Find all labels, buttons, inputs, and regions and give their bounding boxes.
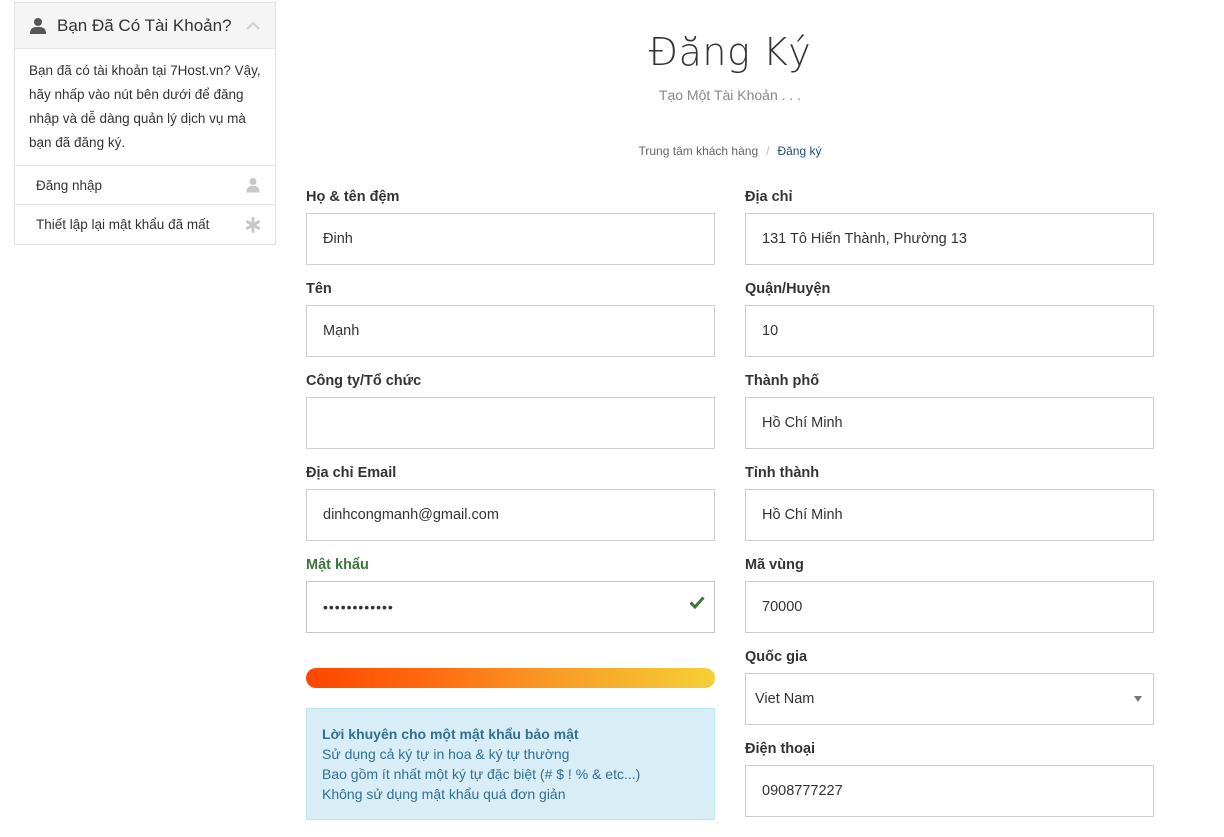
- phone-label: Điện thoại: [745, 741, 816, 757]
- district-input[interactable]: 10: [745, 305, 1154, 357]
- email-input[interactable]: dinhcongmanh@gmail.com: [306, 489, 715, 541]
- first-name-label: Họ & tên đệm: [306, 189, 400, 205]
- postcode-input[interactable]: 70000: [745, 581, 1154, 633]
- account-panel-text: Bạn đã có tài khoản tại 7Host.vn? Vậy, h…: [15, 49, 275, 166]
- password-label: Mật khẩu: [306, 557, 369, 573]
- address-label: Địa chỉ: [745, 189, 793, 205]
- account-panel-header[interactable]: Bạn Đã Có Tài Khoản?: [15, 3, 275, 49]
- last-name-input[interactable]: Mạnh: [306, 305, 715, 357]
- breadcrumb-current[interactable]: Đăng ký: [777, 144, 821, 158]
- country-value: Viet Nam: [755, 691, 815, 707]
- province-value: Hồ Chí Minh: [762, 507, 843, 523]
- password-tips: Lời khuyên cho một mật khẩu bảo mật Sử d…: [306, 708, 715, 820]
- last-name-label: Tên: [306, 281, 332, 297]
- country-select[interactable]: Viet Nam: [745, 673, 1154, 725]
- email-value: dinhcongmanh@gmail.com: [323, 507, 499, 523]
- login-link-label: Đăng nhập: [36, 177, 103, 193]
- chevron-up-icon[interactable]: [245, 18, 261, 34]
- postcode-label: Mã vùng: [745, 557, 804, 573]
- city-value: Hồ Chí Minh: [762, 415, 843, 431]
- last-name-value: Mạnh: [323, 323, 360, 339]
- country-label: Quốc gia: [745, 649, 808, 665]
- city-input[interactable]: Hồ Chí Minh: [745, 397, 1154, 449]
- password-value: ••••••••••••: [323, 599, 394, 615]
- password-tip: Sử dụng cả ký tự in hoa & ký tự thường: [322, 746, 570, 762]
- account-panel: Bạn Đã Có Tài Khoản? Bạn đã có tài khoản…: [14, 2, 276, 245]
- reset-password-link[interactable]: Thiết lập lại mật khẩu đã mất: [15, 205, 275, 244]
- first-name-value: Đinh: [323, 231, 353, 247]
- login-link[interactable]: Đăng nhập: [15, 166, 275, 205]
- district-value: 10: [762, 323, 779, 339]
- company-label: Công ty/Tổ chức: [306, 373, 422, 389]
- first-name-input[interactable]: Đinh: [306, 213, 715, 265]
- checkmark-icon: [689, 594, 705, 610]
- user-icon: [245, 177, 261, 193]
- province-input[interactable]: Hồ Chí Minh: [745, 489, 1154, 541]
- company-input[interactable]: [306, 397, 715, 449]
- address-value: 131 Tô Hiến Thành, Phường 13: [762, 231, 967, 247]
- password-strength-bar: [306, 668, 715, 688]
- page-title: Đăng Ký: [648, 30, 812, 74]
- email-label: Địa chỉ Email: [306, 465, 397, 481]
- province-label: Tỉnh thành: [745, 465, 820, 481]
- account-panel-title: Bạn Đã Có Tài Khoản?: [57, 15, 232, 35]
- user-icon: [29, 17, 47, 35]
- password-tip: Bao gồm ít nhất một ký tự đặc biệt (# $ …: [322, 766, 641, 782]
- page-subtitle: Tạo Một Tài Khoản . . .: [658, 87, 802, 103]
- breadcrumb-home[interactable]: Trung tâm khách hàng: [639, 144, 759, 158]
- password-tips-title: Lời khuyên cho một mật khẩu bảo mật: [322, 726, 579, 742]
- district-label: Quận/Huyện: [745, 281, 831, 297]
- phone-value: 0908777227: [762, 783, 843, 799]
- password-input[interactable]: ••••••••••••: [306, 581, 715, 633]
- phone-input[interactable]: 0908777227: [745, 765, 1154, 817]
- address-input[interactable]: 131 Tô Hiến Thành, Phường 13: [745, 213, 1154, 265]
- city-label: Thành phố: [745, 373, 820, 389]
- postcode-value: 70000: [762, 599, 803, 615]
- breadcrumb: Trung tâm khách hàng / Đăng ký: [638, 144, 822, 158]
- password-tip: Không sử dụng mật khẩu quá đơn giản: [322, 786, 566, 802]
- caret-down-icon: [1134, 696, 1142, 702]
- asterisk-icon: [245, 216, 261, 233]
- reset-password-link-label: Thiết lập lại mật khẩu đã mất: [36, 217, 210, 232]
